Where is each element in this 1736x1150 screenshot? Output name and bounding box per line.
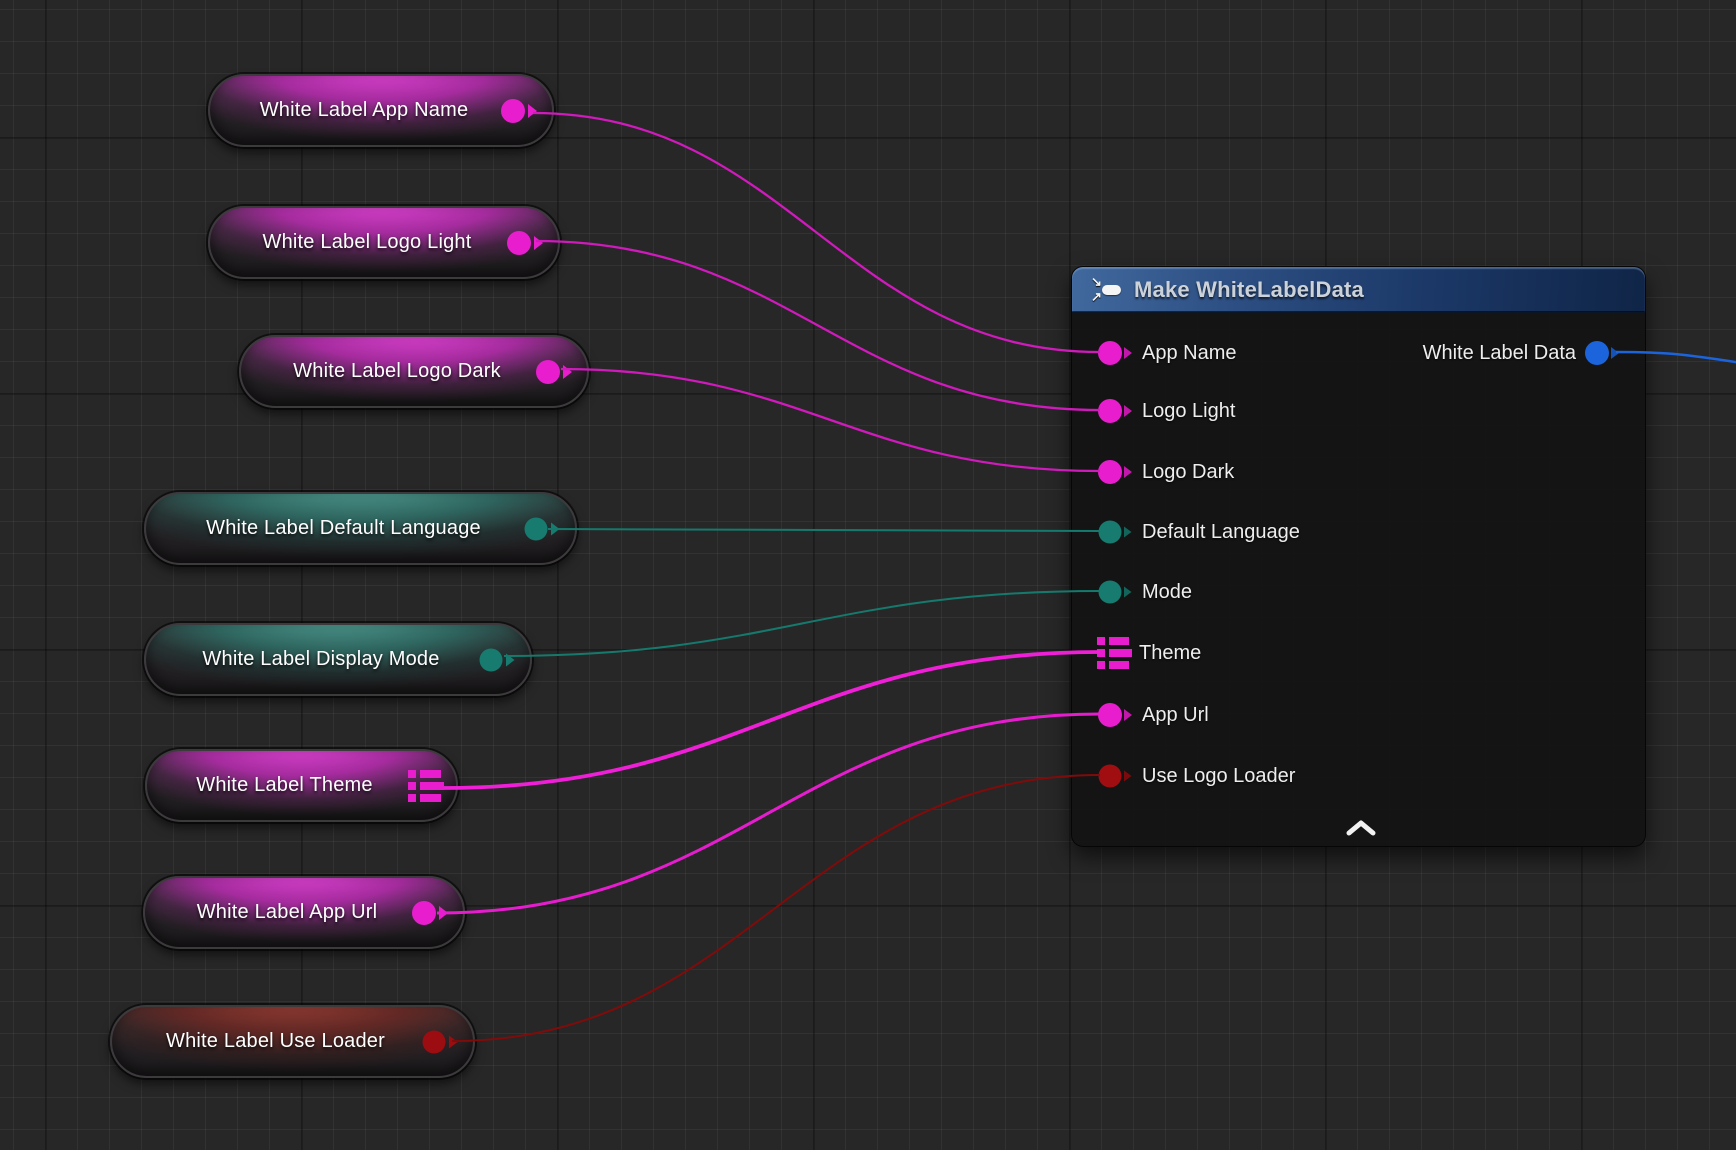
- wire-theme[interactable]: [444, 652, 1100, 788]
- struct-output-pin[interactable]: [408, 769, 444, 803]
- wire-logo-light[interactable]: [536, 241, 1100, 410]
- wire-app-url[interactable]: [437, 714, 1100, 913]
- chevron-up-icon[interactable]: [1344, 820, 1378, 836]
- var-node-label: White Label Use Loader: [166, 1030, 385, 1053]
- enum-output-pin[interactable]: [478, 647, 518, 673]
- var-node-label: White Label Default Language: [206, 517, 481, 540]
- wire-app-name[interactable]: [533, 113, 1100, 352]
- var-node-white-label-use-loader[interactable]: White Label Use Loader: [110, 1005, 475, 1078]
- wire-default-language[interactable]: [548, 529, 1100, 531]
- var-node-white-label-app-url[interactable]: White Label App Url: [143, 876, 465, 949]
- input-pin-row-use-logo-loader[interactable]: Use Logo Loader: [1072, 757, 1295, 795]
- var-node-white-label-display-mode[interactable]: White Label Display Mode: [144, 623, 532, 696]
- wire-logo-dark[interactable]: [561, 369, 1100, 471]
- var-node-white-label-logo-light[interactable]: White Label Logo Light: [208, 206, 560, 279]
- var-node-white-label-theme[interactable]: White Label Theme: [145, 749, 458, 822]
- wire-display-mode[interactable]: [504, 591, 1100, 656]
- var-node-white-label-app-name[interactable]: White Label App Name: [208, 74, 554, 147]
- var-node-label: White Label Logo Light: [263, 231, 472, 254]
- string-output-pin[interactable]: [535, 359, 575, 385]
- struct-input-pin[interactable]: [1097, 636, 1132, 670]
- var-node-white-label-logo-dark[interactable]: White Label Logo Dark: [239, 335, 589, 408]
- var-node-label: White Label App Url: [197, 901, 378, 924]
- make-whitelabeldata-node[interactable]: ↘ ↗ Make WhiteLabelData App Name Logo Li…: [1071, 266, 1646, 847]
- enum-input-pin[interactable]: [1097, 519, 1135, 545]
- string-input-pin[interactable]: [1097, 459, 1135, 485]
- node-title: Make WhiteLabelData: [1134, 277, 1364, 303]
- var-node-white-label-default-language[interactable]: White Label Default Language: [144, 492, 577, 565]
- string-input-pin[interactable]: [1097, 340, 1135, 366]
- wire-use-loader[interactable]: [452, 775, 1100, 1041]
- string-output-pin[interactable]: [500, 98, 540, 124]
- input-pin-row-default-language[interactable]: Default Language: [1072, 513, 1300, 551]
- string-input-pin[interactable]: [1097, 702, 1135, 728]
- string-output-pin[interactable]: [506, 230, 546, 256]
- var-node-label: White Label Theme: [196, 774, 372, 797]
- node-header[interactable]: ↘ ↗ Make WhiteLabelData: [1072, 267, 1645, 313]
- blueprint-graph-canvas[interactable]: White Label App Name White Label Logo Li…: [0, 0, 1736, 1150]
- var-node-label: White Label Display Mode: [202, 648, 439, 671]
- var-node-label: White Label Logo Dark: [293, 360, 501, 383]
- var-node-label: White Label App Name: [260, 99, 469, 122]
- bool-input-pin[interactable]: [1097, 763, 1135, 789]
- make-struct-icon: ↘ ↗: [1091, 276, 1123, 304]
- output-pin-row-white-label-data[interactable]: White Label Data: [1398, 334, 1645, 372]
- string-input-pin[interactable]: [1097, 398, 1135, 424]
- enum-input-pin[interactable]: [1097, 579, 1135, 605]
